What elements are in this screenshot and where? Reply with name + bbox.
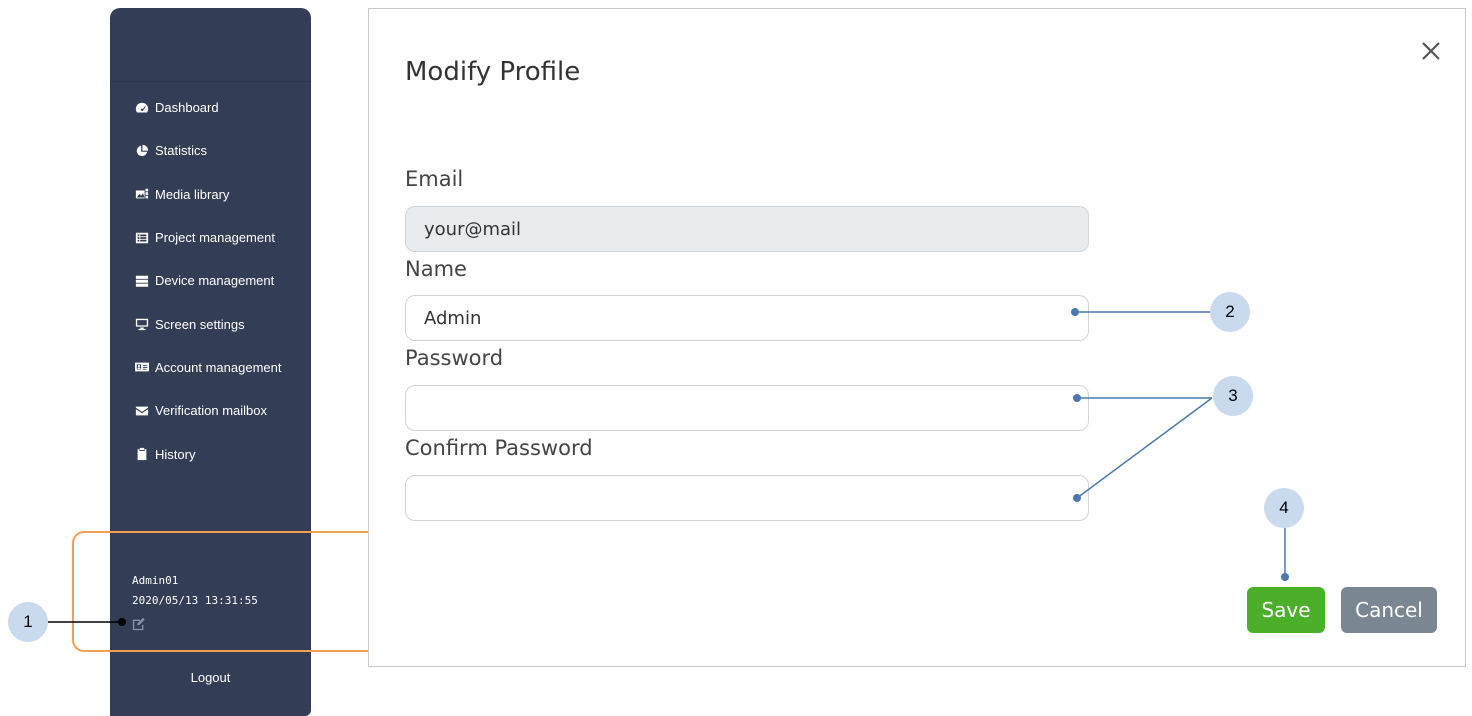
callout-4: 4 bbox=[1264, 488, 1304, 528]
email-field bbox=[405, 206, 1089, 252]
modify-profile-modal: Modify Profile Email Name Password Confi… bbox=[368, 8, 1466, 667]
confirm-password-label: Confirm Password bbox=[405, 436, 593, 460]
highlight-frame bbox=[72, 531, 382, 652]
sidebar-item-statistics[interactable]: Statistics bbox=[110, 129, 311, 172]
sidebar-item-verification-mailbox[interactable]: Verification mailbox bbox=[110, 389, 311, 432]
clipboard-icon bbox=[134, 446, 150, 462]
sidebar-header bbox=[110, 8, 311, 82]
sidebar-item-label: History bbox=[155, 446, 196, 462]
sidebar-item-label: Screen settings bbox=[155, 316, 245, 332]
save-button[interactable]: Save bbox=[1247, 587, 1325, 633]
sidebar-nav: Dashboard Statistics Media library Proje… bbox=[110, 86, 311, 476]
cancel-button[interactable]: Cancel bbox=[1341, 587, 1437, 633]
password-field[interactable] bbox=[405, 385, 1089, 431]
envelope-icon bbox=[134, 403, 150, 419]
name-field[interactable] bbox=[405, 295, 1089, 341]
modal-title: Modify Profile bbox=[405, 57, 581, 87]
media-images-icon bbox=[134, 186, 150, 202]
sidebar-item-label: Verification mailbox bbox=[155, 403, 267, 419]
sidebar-item-label: Dashboard bbox=[155, 100, 219, 116]
server-icon bbox=[134, 273, 150, 289]
sidebar-item-media-library[interactable]: Media library bbox=[110, 173, 311, 216]
sidebar-item-label: Project management bbox=[155, 230, 275, 246]
sidebar-item-label: Media library bbox=[155, 186, 230, 202]
confirm-password-field[interactable] bbox=[405, 475, 1089, 521]
callout-1: 1 bbox=[8, 602, 48, 642]
email-label: Email bbox=[405, 167, 464, 191]
list-alt-icon bbox=[134, 230, 150, 246]
sidebar-item-label: Device management bbox=[155, 273, 275, 289]
callout-3: 3 bbox=[1213, 376, 1253, 416]
callout-2: 2 bbox=[1210, 292, 1250, 332]
sidebar-item-screen-settings[interactable]: Screen settings bbox=[110, 302, 311, 345]
sidebar-item-history[interactable]: History bbox=[110, 432, 311, 475]
sidebar-item-device-management[interactable]: Device management bbox=[110, 259, 311, 302]
sidebar-item-project-management[interactable]: Project management bbox=[110, 216, 311, 259]
sidebar-item-dashboard[interactable]: Dashboard bbox=[110, 86, 311, 129]
close-icon[interactable] bbox=[1415, 35, 1447, 67]
dashboard-gauge-icon bbox=[134, 100, 150, 116]
pie-chart-icon bbox=[134, 143, 150, 159]
sidebar-item-label: Account management bbox=[155, 359, 282, 375]
id-card-icon bbox=[134, 359, 150, 375]
monitor-icon bbox=[134, 316, 150, 332]
name-label: Name bbox=[405, 257, 467, 281]
sidebar-item-label: Statistics bbox=[155, 143, 208, 159]
password-label: Password bbox=[405, 346, 504, 370]
logout-link[interactable]: Logout bbox=[110, 670, 311, 685]
sidebar-item-account-management[interactable]: Account management bbox=[110, 346, 311, 389]
